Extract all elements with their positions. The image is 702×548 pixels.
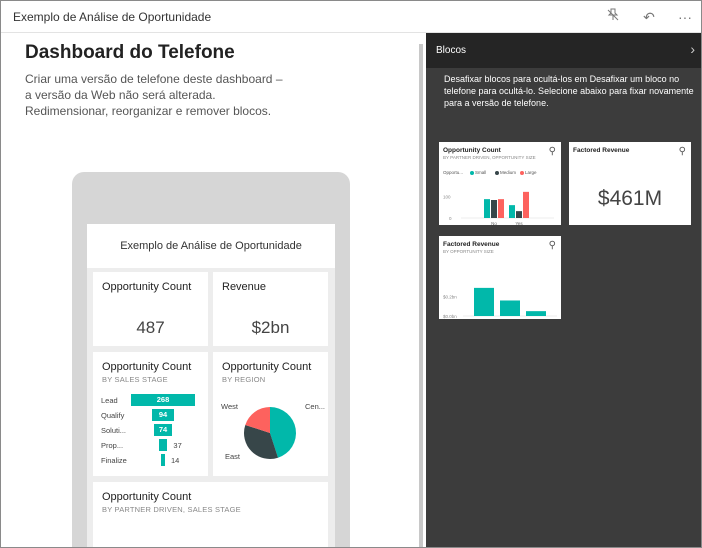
tile-title: Factored Revenue (443, 241, 500, 248)
tile-title: Opportunity Count (102, 361, 192, 373)
tile-subtitle: BY SALES STAGE (102, 375, 168, 384)
funnel-stage-label: Qualify (101, 411, 125, 420)
x-tick-label: Yes (515, 221, 523, 225)
funnel-value-label: 37 (173, 441, 182, 450)
tile-subtitle: BY PARTNER DRIVEN, SALES STAGE (102, 505, 241, 514)
funnel-stage-label: Soluti... (101, 426, 127, 435)
bar-no-small (484, 199, 490, 218)
description-line-2: a versão da Web não será alterada. (25, 88, 216, 102)
funnel-stage-label: Prop... (101, 441, 124, 450)
undo-icon[interactable]: ↶ (639, 7, 659, 27)
bar-yes-medium (516, 211, 522, 218)
unpin-icon-glyph (607, 8, 619, 21)
tile-value: 487 (136, 318, 165, 337)
pie-label-west: West (221, 402, 238, 411)
tile-title: Opportunity Count (102, 281, 192, 293)
x-tick-label: No (491, 221, 497, 225)
tile-subtitle: BY REGION (222, 375, 266, 384)
bar-yes-small (509, 205, 515, 218)
bar-small (526, 311, 546, 316)
page-title: Dashboard do Telefone (25, 42, 235, 63)
app-window: Exemplo de Análise de Oportunidade ↶ ···… (0, 0, 702, 548)
legend-swatch (470, 171, 474, 175)
legend-swatch (495, 171, 499, 175)
bar-large (474, 287, 494, 316)
funnel-chart: Lead 268 Qualify 94 Soluti... 74 Prop... 37 Fina… (93, 394, 208, 474)
funnel-row: Soluti... 74 (93, 424, 208, 437)
title-bar: Exemplo de Análise de Oportunidade ↶ ··· (1, 1, 701, 33)
bar-yes-large (523, 191, 529, 218)
bar-medium (500, 300, 520, 316)
legend-label: Small (475, 170, 487, 175)
pin-icon[interactable]: ⚲ (549, 240, 556, 251)
pie-label-central: Cen... (305, 402, 326, 411)
tile-title: Revenue (222, 281, 267, 293)
tile-title: Factored Revenue (573, 147, 630, 154)
tile-revenue[interactable]: Revenue $2bn (213, 272, 328, 346)
tile-value: $2bn (251, 318, 290, 337)
tile-opportunity-count-by-stage[interactable]: Opportunity Count BY SALES STAGE Lead 268… (93, 352, 208, 476)
description-line-1: Criar uma versão de telefone deste dashb… (25, 72, 283, 86)
clustered-bar-chart: 100 0 No Yes (443, 191, 554, 225)
tile-opportunity-count-by-partner[interactable]: Opportunity Count BY PARTNER DRIVEN, SAL… (93, 482, 328, 547)
legend-label: Medium (500, 170, 517, 175)
unpinned-tile-opportunity-count[interactable]: Opportunity Count BY PARTNER DRIVEN, OPP… (439, 142, 561, 225)
funnel-value-label: 14 (171, 456, 180, 465)
panel-header: Blocos › (426, 33, 701, 68)
panel-description: Desafixar blocos para ocultá-los em Desa… (444, 74, 694, 108)
y-tick-label: $0.2bn (443, 295, 457, 300)
tile-opportunity-count[interactable]: Opportunity Count 487 (93, 272, 208, 346)
phone-dashboard-title: Exemplo de Análise de Oportunidade (87, 224, 335, 268)
funnel-row: Qualify 94 (93, 409, 208, 422)
tile-title: Opportunity Count (443, 147, 501, 154)
funnel-row: Finalize 14 (93, 454, 208, 467)
tiles-panel: Blocos › Desafixar blocos para ocultá-lo… (426, 33, 701, 547)
pie-label-east: East (225, 452, 241, 461)
phone-screen: Exemplo de Análise de Oportunidade Oppor… (87, 224, 335, 547)
scrollbar[interactable] (419, 44, 423, 547)
unpin-icon[interactable] (603, 7, 623, 27)
y-tick-label: 0 (449, 216, 452, 221)
bar-no-large (498, 199, 504, 218)
bar-chart: $0.2bn$0.0bnLargeMediumSmall (443, 287, 557, 319)
chevron-right-icon[interactable]: › (690, 41, 695, 57)
unpinned-tile-factored-revenue-card[interactable]: Factored Revenue ⚲ $461M (569, 142, 691, 225)
phone-frame: Exemplo de Análise de Oportunidade Oppor… (72, 172, 350, 547)
pin-icon[interactable]: ⚲ (679, 146, 686, 157)
more-icon[interactable]: ··· (675, 7, 695, 27)
funnel-row: Lead 268 (93, 394, 208, 407)
funnel-bar (158, 439, 168, 451)
window-title: Exemplo de Análise de Oportunidade (13, 10, 212, 24)
funnel-stage-label: Finalize (101, 456, 127, 465)
funnel-row: Prop... 37 (93, 439, 208, 452)
pin-icon[interactable]: ⚲ (549, 146, 556, 157)
bar-no-medium (491, 200, 497, 218)
legend-title: Opportu... (443, 170, 464, 175)
y-tick-label: $0.0bn (443, 314, 457, 319)
tile-subtitle: BY PARTNER DRIVEN, OPPORTUNITY SIZE (443, 155, 536, 160)
tile-title: Opportunity Count (102, 491, 192, 503)
funnel-bar (161, 454, 165, 466)
tile-opportunity-count-by-region[interactable]: Opportunity Count BY REGION West Cen... … (213, 352, 328, 476)
tile-title: Opportunity Count (222, 361, 312, 373)
y-tick-label: 100 (443, 195, 451, 200)
funnel-bar: 74 (154, 424, 172, 436)
funnel-stage-label: Lead (101, 396, 118, 405)
funnel-bar: 94 (151, 409, 175, 421)
funnel-bar: 268 (131, 394, 195, 406)
legend-swatch (520, 171, 524, 175)
unpinned-tile-factored-revenue-by-size[interactable]: Factored Revenue BY OPPORTUNITY SIZE ⚲ $… (439, 236, 561, 319)
legend-label: Large (525, 170, 537, 175)
phone-layout-canvas: Dashboard do Telefone Criar uma versão d… (1, 34, 423, 547)
panel-title: Blocos (436, 45, 467, 56)
tile-subtitle: BY OPPORTUNITY SIZE (443, 249, 494, 254)
page-description: Criar uma versão de telefone deste dashb… (25, 71, 295, 119)
tile-value: $461M (597, 187, 663, 210)
description-line-3: Redimensionar, reorganizar e remover blo… (25, 104, 272, 118)
